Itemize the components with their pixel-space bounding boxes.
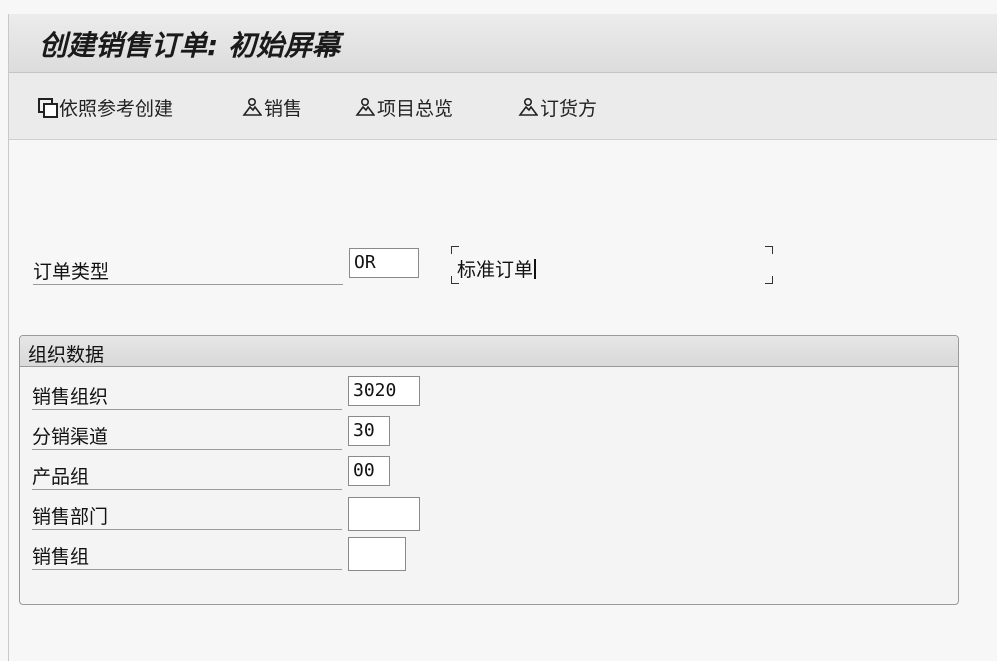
order-type-description-text: 标准订单 bbox=[457, 259, 534, 281]
distribution-channel-input[interactable]: 30 bbox=[348, 416, 390, 446]
create-with-reference-label: 依照参考创建 bbox=[59, 97, 174, 120]
sales-office-label: 销售部门 bbox=[32, 502, 342, 530]
mountain-icon bbox=[518, 97, 539, 117]
sold-to-party-label: 订货方 bbox=[540, 97, 598, 120]
division-label: 产品组 bbox=[32, 462, 342, 490]
sales-group-label: 销售组 bbox=[32, 542, 342, 570]
item-overview-button[interactable]: 项目总览 bbox=[355, 95, 454, 120]
copy-icon bbox=[37, 97, 58, 118]
sales-button[interactable]: 销售 bbox=[242, 95, 303, 120]
text-cursor bbox=[534, 259, 537, 279]
org-data-header: 组织数据 bbox=[20, 336, 958, 367]
mountain-icon bbox=[242, 97, 263, 117]
sales-org-label: 销售组织 bbox=[32, 382, 342, 410]
page-title: 创建销售订单: 初始屏幕 bbox=[39, 29, 340, 62]
application-toolbar: 依照参考创建 销售 项目总览 订货方 bbox=[9, 73, 997, 140]
sales-group-input[interactable] bbox=[348, 537, 406, 571]
distribution-channel-label: 分销渠道 bbox=[32, 422, 342, 450]
create-with-reference-button[interactable]: 依照参考创建 bbox=[37, 95, 174, 120]
sales-label: 销售 bbox=[264, 97, 303, 120]
division-input[interactable]: 00 bbox=[348, 456, 390, 486]
main-content: 订单类型 OR 标准订单 组织数据 销售组织 3020 分销渠道 30 产品组 … bbox=[9, 140, 997, 661]
sold-to-party-button[interactable]: 订货方 bbox=[518, 95, 598, 120]
item-overview-label: 项目总览 bbox=[377, 97, 454, 120]
sap-window: 创建销售订单: 初始屏幕 依照参考创建 销售 项目总览 订货方 订单类型 OR … bbox=[8, 14, 997, 661]
sales-office-input[interactable] bbox=[348, 497, 420, 531]
title-bar: 创建销售订单: 初始屏幕 bbox=[9, 14, 997, 73]
sales-org-input[interactable]: 3020 bbox=[348, 376, 420, 406]
mountain-icon bbox=[355, 97, 376, 117]
org-data-group: 组织数据 销售组织 3020 分销渠道 30 产品组 00 销售部门 销售组 bbox=[19, 335, 959, 605]
order-type-label: 订单类型 bbox=[33, 257, 343, 285]
org-data-title: 组织数据 bbox=[28, 344, 105, 366]
order-type-input[interactable]: OR bbox=[349, 248, 419, 278]
order-type-description: 标准订单 bbox=[443, 236, 773, 294]
